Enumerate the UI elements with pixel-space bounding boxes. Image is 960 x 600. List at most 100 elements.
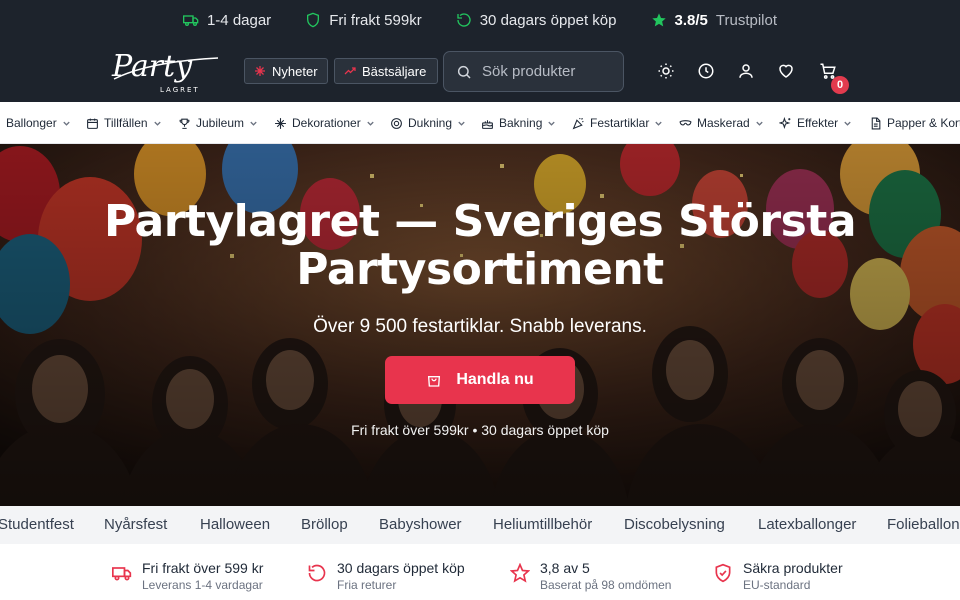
usp-title: Säkra produkter xyxy=(743,560,843,576)
occasion-link[interactable]: Bröllop xyxy=(301,516,348,533)
shield-icon xyxy=(715,563,731,583)
nav-item-label: Festartiklar xyxy=(590,116,650,130)
sparkle-icon xyxy=(255,66,265,76)
document-icon xyxy=(871,117,881,129)
usp-subtitle: Fria returer xyxy=(337,578,397,592)
shopping-bag-icon xyxy=(428,376,441,387)
return-icon xyxy=(308,564,326,582)
truck-icon xyxy=(182,15,199,26)
occasion-link[interactable]: Folieballonger xyxy=(887,516,960,533)
plate-icon xyxy=(391,117,402,129)
occasion-link[interactable]: Nyårsfest xyxy=(104,516,167,533)
nav-item-label: Dekorationer xyxy=(292,116,361,130)
usp-subtitle: Leverans 1-4 vardagar xyxy=(142,578,263,592)
hero-title-line1: Partylagret — Sveriges Största xyxy=(103,196,857,247)
free-shipping-info: Fri frakt 599kr xyxy=(305,12,422,29)
recent-button[interactable] xyxy=(697,62,715,80)
nav-item-dukning[interactable]: Dukning xyxy=(390,116,466,130)
occasion-link[interactable]: Halloween xyxy=(200,516,270,533)
occasion-strip: Studentfest Nyårsfest Halloween Bröllop … xyxy=(0,506,960,544)
wishlist-button[interactable] xyxy=(777,62,795,80)
usp-item: 3,8 av 5 Baserat på 98 omdömen xyxy=(510,560,671,592)
chevron-down-icon xyxy=(548,121,556,126)
sparkles-icon xyxy=(779,116,791,129)
return-icon xyxy=(457,13,471,27)
usp-item: Fri frakt över 599 kr Leverans 1-4 varda… xyxy=(112,560,263,592)
occasion-link[interactable]: Studentfest xyxy=(0,516,74,533)
rating-info[interactable]: 3.8/5 Trustpilot xyxy=(651,11,778,29)
hero-title-line2: Partysortiment xyxy=(296,244,664,295)
chevron-down-icon xyxy=(756,121,763,126)
nav-item-tillfallen[interactable]: Tillfällen xyxy=(86,116,162,130)
hero-banner: Partylagret — Sveriges Största Partysort… xyxy=(0,144,960,506)
nav-item-label: Tillfällen xyxy=(104,116,148,130)
site-header: Party LAGRET Nyheter Bästsäljare xyxy=(0,40,960,102)
returns-text: 30 dagars öppet köp xyxy=(479,11,617,29)
account-button[interactable] xyxy=(737,62,755,80)
cart-count-badge: 0 xyxy=(831,76,849,94)
search-icon xyxy=(457,65,471,79)
nav-item-jubileum[interactable]: Jubileum xyxy=(178,116,258,130)
delivery-info: 1-4 dagar xyxy=(182,11,272,29)
nav-item-effekter[interactable]: Effekter xyxy=(779,116,852,130)
delivery-text: 1-4 dagar xyxy=(206,11,272,29)
chevron-down-icon xyxy=(655,121,663,126)
bestsellers-button[interactable]: Bästsäljare xyxy=(334,58,438,84)
site-logo[interactable]: Party LAGRET xyxy=(110,46,222,96)
nav-item-festartiklar[interactable]: Festartiklar xyxy=(572,116,663,130)
mask-icon xyxy=(679,119,692,125)
search-input[interactable] xyxy=(482,63,602,80)
nav-item-label: Maskerad xyxy=(697,116,750,130)
theme-toggle-button[interactable] xyxy=(657,62,675,80)
nav-item-maskerad[interactable]: Maskerad xyxy=(679,116,764,130)
usp-title: 30 dagars öppet köp xyxy=(337,560,465,576)
usp-subtitle: EU-standard xyxy=(743,578,811,592)
shield-icon xyxy=(307,12,320,28)
chevron-down-icon xyxy=(153,121,161,126)
occasion-link[interactable]: Latexballonger xyxy=(758,516,856,533)
hero-title: Partylagret — Sveriges Största Partysort… xyxy=(0,198,960,294)
usp-item: 30 dagars öppet köp Fria returer xyxy=(307,560,465,592)
announcement-bar: 1-4 dagar Fri frakt 599kr 30 dagars öppe… xyxy=(0,0,960,40)
decoration-icon xyxy=(275,117,286,129)
user-icon xyxy=(739,64,753,78)
nav-item-ballonger[interactable]: Ballonger xyxy=(6,116,71,130)
occasion-link[interactable]: Heliumtillbehör xyxy=(493,516,592,533)
sun-icon xyxy=(658,63,674,79)
chevron-down-icon xyxy=(63,121,70,126)
returns-info: 30 dagars öppet köp xyxy=(456,12,617,29)
star-icon xyxy=(510,563,530,583)
nav-item-label: Papper & Kort xyxy=(887,116,960,130)
shop-now-label: Handla nu xyxy=(456,371,534,388)
usp-item: Säkra produkter EU-standard xyxy=(713,560,843,592)
nav-item-papper-kort[interactable]: Papper & Kort xyxy=(869,116,960,130)
rating-source: Trustpilot xyxy=(715,11,778,29)
news-label: Nyheter xyxy=(272,63,318,79)
chevron-down-icon xyxy=(844,121,851,126)
usp-title: 3,8 av 5 xyxy=(540,560,590,576)
hero-content: Partylagret — Sveriges Största Partysort… xyxy=(0,198,960,439)
category-nav: Ballonger Tillfällen Jubileum Dekoration… xyxy=(0,102,960,144)
free-shipping-text: Fri frakt 599kr xyxy=(329,11,422,29)
occasion-link[interactable]: Discobelysning xyxy=(624,516,725,533)
trophy-icon xyxy=(179,118,190,129)
bestsellers-label: Bästsäljare xyxy=(362,63,427,79)
shop-now-button[interactable]: Handla nu xyxy=(385,356,575,404)
nav-item-dekorationer[interactable]: Dekorationer xyxy=(274,116,375,130)
chevron-down-icon xyxy=(367,121,374,126)
truck-icon xyxy=(112,567,132,581)
search-bar[interactable] xyxy=(443,51,624,92)
nav-item-label: Ballonger xyxy=(6,116,57,130)
usp-title: Fri frakt över 599 kr xyxy=(142,560,264,576)
nav-item-label: Bakning xyxy=(499,116,543,130)
nav-item-label: Dukning xyxy=(408,116,453,130)
trending-icon xyxy=(344,67,356,75)
news-button[interactable]: Nyheter xyxy=(244,58,328,84)
usp-subtitle: Baserat på 98 omdömen xyxy=(540,578,672,592)
usp-strip: Fri frakt över 599 kr Leverans 1-4 varda… xyxy=(0,544,960,600)
nav-item-bakning[interactable]: Bakning xyxy=(481,116,556,130)
cake-icon xyxy=(482,119,493,129)
nav-item-label: Effekter xyxy=(797,116,839,130)
occasion-link[interactable]: Babyshower xyxy=(379,516,462,533)
calendar-icon xyxy=(87,118,98,129)
